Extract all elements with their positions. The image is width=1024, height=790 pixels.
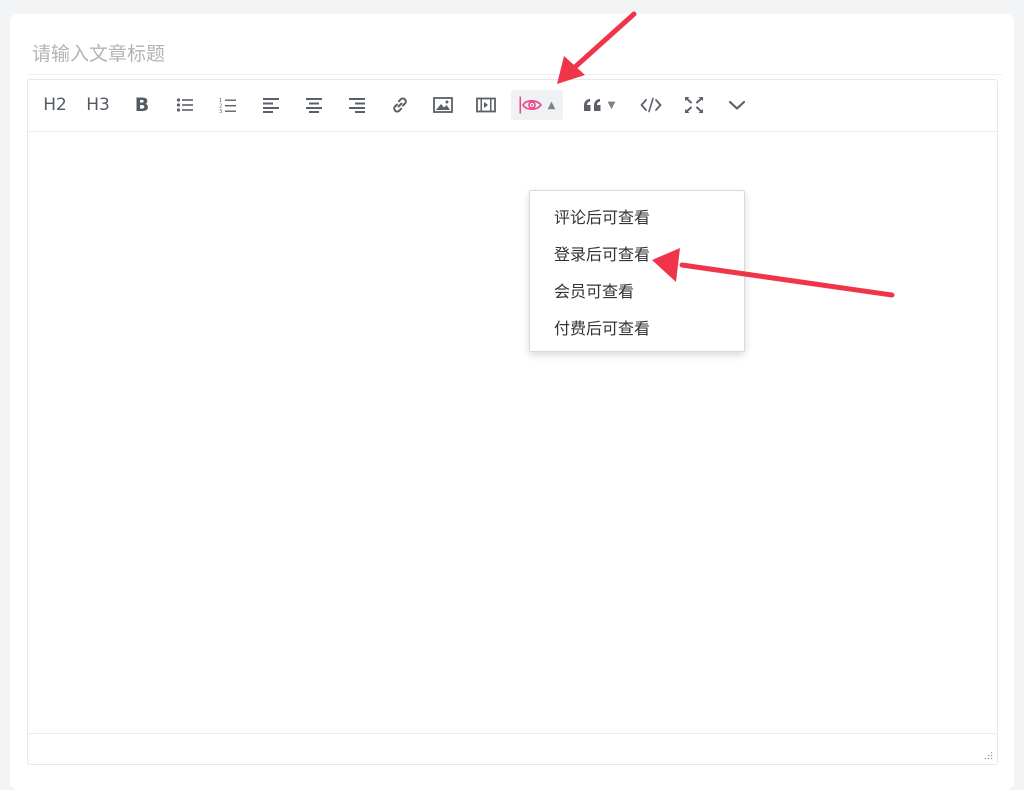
- image-icon: [433, 97, 453, 113]
- dropdown-item-paid[interactable]: 付费后可查看: [530, 310, 744, 347]
- hide-content-icon: [519, 96, 542, 114]
- video-icon: [476, 97, 496, 113]
- align-center-button[interactable]: [301, 90, 327, 120]
- bold-button[interactable]: B: [129, 90, 155, 120]
- image-button[interactable]: [430, 90, 456, 120]
- hide-content-dropdown: 评论后可查看 登录后可查看 会员可查看 付费后可查看: [529, 190, 745, 352]
- dropdown-item-member[interactable]: 会员可查看: [530, 273, 744, 310]
- fullscreen-icon: [685, 97, 703, 113]
- fullscreen-button[interactable]: [681, 90, 707, 120]
- align-center-icon: [306, 98, 322, 113]
- editor-toolbar: H2 H3 B 1 2 3 ▲ ▼: [28, 80, 997, 132]
- dropdown-item-login[interactable]: 登录后可查看: [530, 236, 744, 273]
- align-left-icon: [263, 98, 279, 113]
- editor-content-area[interactable]: [28, 132, 997, 732]
- link-button[interactable]: [387, 90, 413, 120]
- heading3-button[interactable]: H3: [83, 90, 113, 120]
- unordered-list-icon: [176, 98, 193, 112]
- quote-button[interactable]: ▼: [577, 90, 621, 120]
- heading3-label: H3: [86, 95, 110, 115]
- heading2-button[interactable]: H2: [40, 90, 70, 120]
- ordered-list-icon: 1 2 3: [219, 98, 236, 114]
- link-icon: [393, 97, 407, 113]
- article-title-input[interactable]: [28, 34, 1002, 75]
- chevron-down-icon: [728, 100, 746, 110]
- ordered-list-button[interactable]: 1 2 3: [215, 90, 241, 120]
- align-right-icon: [349, 98, 365, 113]
- rich-text-editor: H2 H3 B 1 2 3 ▲ ▼ 评论后可查看 登录后可查看 会员可查看 付费…: [27, 79, 998, 765]
- resize-handle-icon[interactable]: [983, 751, 993, 761]
- editor-statusbar: [28, 733, 997, 764]
- bold-label: B: [134, 94, 150, 116]
- code-icon: [640, 97, 662, 113]
- post-editor-card: H2 H3 B 1 2 3: [10, 14, 1014, 790]
- align-right-button[interactable]: [344, 90, 370, 120]
- align-left-button[interactable]: [258, 90, 284, 120]
- caret-up-icon: ▲: [547, 99, 556, 111]
- quote-icon: [583, 99, 601, 111]
- video-button[interactable]: [473, 90, 499, 120]
- hide-content-button[interactable]: ▲: [511, 90, 563, 120]
- svg-text:3: 3: [219, 109, 222, 114]
- heading2-label: H2: [43, 95, 67, 115]
- code-button[interactable]: [638, 90, 664, 120]
- dropdown-item-comment[interactable]: 评论后可查看: [530, 199, 744, 236]
- unordered-list-button[interactable]: [172, 90, 198, 120]
- more-button[interactable]: [724, 90, 750, 120]
- caret-down-icon: ▼: [607, 99, 616, 111]
